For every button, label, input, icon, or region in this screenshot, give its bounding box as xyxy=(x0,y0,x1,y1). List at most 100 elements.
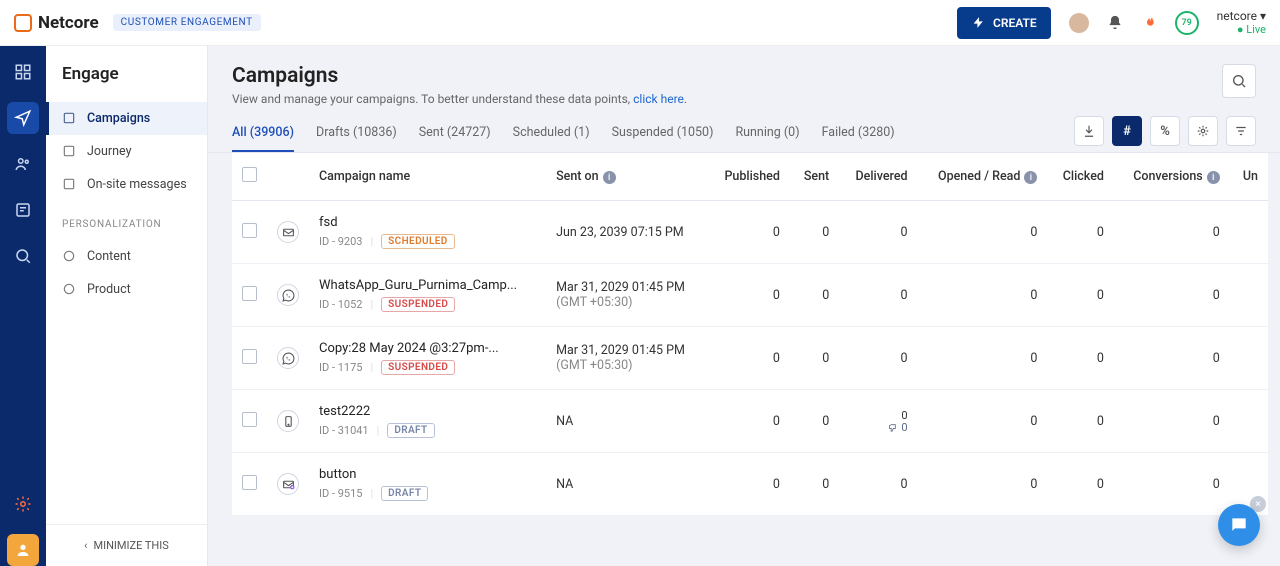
published-value: 0 xyxy=(708,201,790,264)
download-icon xyxy=(1082,124,1096,138)
table-row[interactable]: fsdID - 9203|SCHEDULEDJun 23, 2039 07:15… xyxy=(232,201,1268,264)
campaign-name: WhatsApp_Guru_Purnima_Camp... xyxy=(319,278,519,293)
channel-icon xyxy=(277,284,299,306)
rail-content[interactable] xyxy=(7,194,39,226)
nav-item[interactable]: Content xyxy=(46,240,207,273)
col-un[interactable]: Un xyxy=(1230,153,1268,201)
row-checkbox[interactable] xyxy=(242,412,257,427)
delivered-value: 0 xyxy=(901,288,908,303)
col-sent-on[interactable]: Sent oni xyxy=(546,153,708,201)
percent-mode-button[interactable]: % xyxy=(1150,116,1180,146)
account-switcher[interactable]: netcore ▾ Live xyxy=(1217,9,1266,37)
col-sent[interactable]: Sent xyxy=(790,153,839,201)
row-checkbox[interactable] xyxy=(242,223,257,238)
nav-item[interactable]: On-site messages xyxy=(46,168,207,201)
bell-icon[interactable] xyxy=(1107,15,1123,31)
channel-icon xyxy=(277,221,299,243)
minimize-button[interactable]: ‹ MINIMIZE THIS xyxy=(46,524,207,566)
opened-value: 0 xyxy=(918,453,1048,516)
published-value: 0 xyxy=(708,264,790,327)
campaign-id: ID - 9515 xyxy=(319,487,362,500)
flame-icon[interactable] xyxy=(1141,15,1157,31)
channel-icon xyxy=(277,410,299,432)
icon-rail xyxy=(0,46,46,566)
row-checkbox[interactable] xyxy=(242,475,257,490)
delivered-value: 0 xyxy=(901,225,908,240)
col-clicked[interactable]: Clicked xyxy=(1047,153,1114,201)
sent-value: 0 xyxy=(790,327,839,390)
row-checkbox[interactable] xyxy=(242,349,257,364)
gear-icon xyxy=(1196,124,1210,138)
conversions-value: 0 xyxy=(1114,201,1230,264)
clicked-value: 0 xyxy=(1047,390,1114,453)
info-icon[interactable]: i xyxy=(1207,171,1220,184)
nav-icon xyxy=(62,249,77,264)
tab[interactable]: Sent (24727) xyxy=(419,117,491,152)
filter-button[interactable] xyxy=(1226,116,1256,146)
col-published[interactable]: Published xyxy=(708,153,790,201)
info-icon[interactable]: i xyxy=(1024,171,1037,184)
live-status: Live xyxy=(1217,23,1266,36)
nav-item[interactable]: Journey xyxy=(46,135,207,168)
tab[interactable]: Scheduled (1) xyxy=(513,117,590,152)
create-button[interactable]: CREATE xyxy=(957,7,1051,39)
sent-value: 0 xyxy=(790,453,839,516)
status-badge: SCHEDULED xyxy=(381,234,455,249)
rail-engage[interactable] xyxy=(7,102,39,134)
table-row[interactable]: buttonID - 9515|DRAFTNA000000 xyxy=(232,453,1268,516)
nav-item[interactable]: Product xyxy=(46,273,207,306)
delivered-value: 0 xyxy=(901,351,908,366)
campaigns-table: Campaign name Sent oni Published Sent De… xyxy=(232,153,1268,516)
avatar-icon[interactable] xyxy=(1069,13,1089,33)
sent-on-value: NA xyxy=(546,390,708,453)
tab[interactable]: Running (0) xyxy=(735,117,799,152)
secondary-nav: Engage CampaignsJourneyOn-site messages … xyxy=(46,46,208,566)
opened-value: 0 xyxy=(918,390,1048,453)
page-title: Campaigns xyxy=(232,64,687,88)
nav-icon xyxy=(62,144,77,159)
tabbar: All (39906) Drafts (10836) Sent (24727) Sch… xyxy=(208,116,1280,153)
conversions-value: 0 xyxy=(1114,453,1230,516)
count-mode-button[interactable]: # xyxy=(1112,116,1142,146)
select-all-checkbox[interactable] xyxy=(242,167,257,182)
sent-value: 0 xyxy=(790,264,839,327)
col-opened[interactable]: Opened / Readi xyxy=(918,153,1048,201)
status-badge: DRAFT xyxy=(387,423,434,438)
channel-icon xyxy=(277,473,299,495)
published-value: 0 xyxy=(708,453,790,516)
published-value: 0 xyxy=(708,327,790,390)
rail-profile[interactable] xyxy=(7,534,39,566)
rail-analytics[interactable] xyxy=(7,240,39,272)
row-checkbox[interactable] xyxy=(242,286,257,301)
click-here-link[interactable]: click here xyxy=(633,92,684,106)
download-button[interactable] xyxy=(1074,116,1104,146)
col-campaign[interactable]: Campaign name xyxy=(309,153,546,201)
clicked-value: 0 xyxy=(1047,327,1114,390)
search-icon xyxy=(1231,73,1247,89)
sent-on-value: Jun 23, 2039 07:15 PM xyxy=(546,201,708,264)
rail-audience[interactable] xyxy=(7,148,39,180)
brand-logo[interactable]: Netcore xyxy=(14,13,99,33)
clicked-value: 0 xyxy=(1047,453,1114,516)
nav-icon xyxy=(62,177,77,192)
score-ring[interactable]: 79 xyxy=(1175,11,1199,35)
rail-settings[interactable] xyxy=(7,488,39,520)
campaign-id: ID - 31041 xyxy=(319,424,369,437)
campaign-name: test2222 xyxy=(319,404,519,419)
chat-fab[interactable] xyxy=(1218,504,1260,546)
tab[interactable]: Failed (3280) xyxy=(822,117,895,152)
rail-dashboard[interactable] xyxy=(7,56,39,88)
settings-button[interactable] xyxy=(1188,116,1218,146)
table-row[interactable]: test2222ID - 31041|DRAFTNA0000000 xyxy=(232,390,1268,453)
nav-item[interactable]: Campaigns xyxy=(46,102,207,135)
col-conversions[interactable]: Conversionsi xyxy=(1114,153,1230,201)
tab[interactable]: All (39906) xyxy=(232,117,294,152)
tab[interactable]: Suspended (1050) xyxy=(612,117,714,152)
conversions-value: 0 xyxy=(1114,264,1230,327)
tab[interactable]: Drafts (10836) xyxy=(316,117,397,152)
info-icon[interactable]: i xyxy=(603,171,616,184)
col-delivered[interactable]: Delivered xyxy=(839,153,917,201)
table-row[interactable]: WhatsApp_Guru_Purnima_Camp...ID - 1052|S… xyxy=(232,264,1268,327)
search-button[interactable] xyxy=(1222,64,1256,98)
table-row[interactable]: Copy:28 May 2024 @3:27pm-...ID - 1175|SU… xyxy=(232,327,1268,390)
